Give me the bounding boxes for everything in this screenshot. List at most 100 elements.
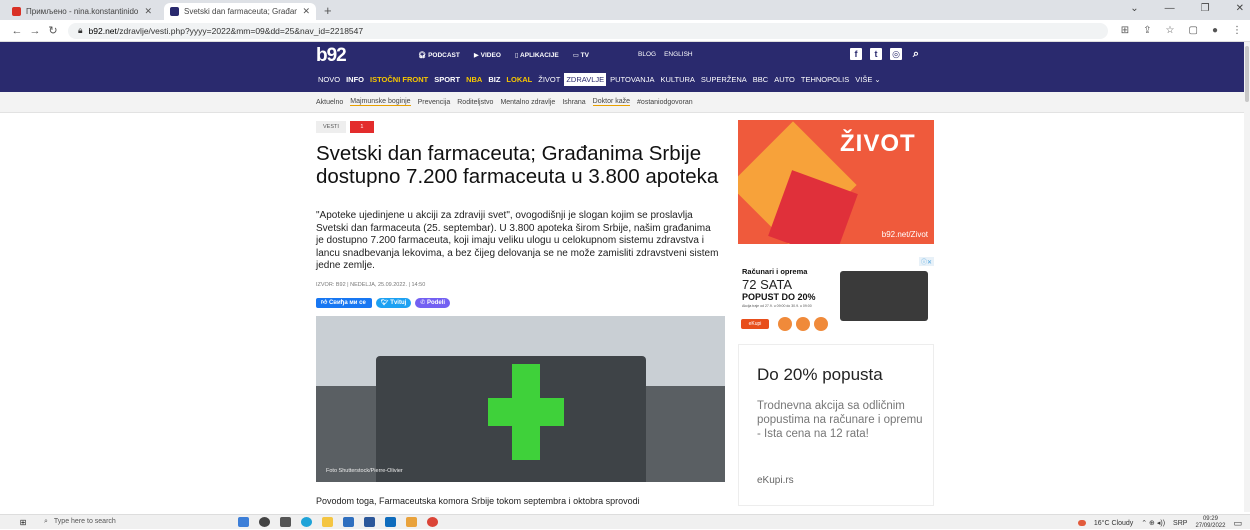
url-domain: b92.net <box>88 25 117 36</box>
nav-item[interactable]: SUPERŽENA <box>699 73 749 86</box>
cortana-icon[interactable] <box>259 517 270 527</box>
back-icon[interactable]: ← <box>8 25 26 37</box>
tab-search-icon[interactable]: ⌄ <box>1130 3 1138 14</box>
header-link-blog[interactable]: BLOG <box>638 51 656 58</box>
search-icon[interactable]: ⌕ <box>910 48 922 60</box>
header-link-video[interactable]: ▶ VIDEO <box>474 51 501 59</box>
header-link-apps[interactable]: ▯ APLIKACIJE <box>515 51 559 59</box>
reload-icon[interactable]: ↻ <box>44 24 62 37</box>
weather-text[interactable]: 16°C Cloudy <box>1094 520 1133 527</box>
header-link-english[interactable]: ENGLISH <box>664 51 693 58</box>
outlook-icon[interactable] <box>385 517 396 527</box>
ad-choices-icon[interactable]: ⓘ✕ <box>918 257 934 266</box>
subnav-item[interactable]: Majmunske boginje <box>350 98 411 106</box>
zivot-title: ŽIVOT <box>840 130 916 157</box>
notifications-icon[interactable]: ▭ <box>1233 518 1242 529</box>
nav-item-active[interactable]: ZDRAVLJE <box>564 73 607 86</box>
scrollbar-thumb[interactable] <box>1245 46 1249 102</box>
subnav-item[interactable]: Doktor kaže <box>592 98 631 106</box>
ekupi-text-ad[interactable]: Do 20% popusta Trodnevna akcija sa odlič… <box>738 344 934 506</box>
close-icon[interactable]: ✕ <box>302 6 310 17</box>
category-tag[interactable]: VESTI <box>316 121 346 133</box>
header-link-tv[interactable]: ▭ TV <box>573 51 589 59</box>
gmail-icon <box>12 7 21 16</box>
people-app-icon[interactable] <box>238 517 249 527</box>
header-links-secondary: BLOG ENGLISH <box>638 51 693 58</box>
zivot-promo-banner[interactable]: ŽIVOT b92.net/Zivot <box>738 120 934 244</box>
weather-icon[interactable] <box>1077 520 1086 526</box>
b92-favicon-icon <box>170 7 179 16</box>
search-placeholder: Type here to search <box>53 518 116 525</box>
tweet-button[interactable]: 🐦︎ Tvituj <box>376 298 412 308</box>
ekupi-banner-ad[interactable]: ⓘ✕ Računari i oprema 72 SATA POPUST DO 2… <box>738 257 934 340</box>
ad-title: Do 20% popusta <box>757 365 883 384</box>
profile-avatar[interactable]: ● <box>1212 25 1218 36</box>
site-logo[interactable]: b92 <box>316 45 347 67</box>
close-window-button[interactable]: ✕ <box>1236 3 1244 14</box>
chrome-icon[interactable] <box>427 517 438 527</box>
ad-line: POPUST DO 20% <box>742 292 816 302</box>
photo-caption: Foto Shutterstock/Pierre-Olivier <box>326 468 403 474</box>
ad-source: eKupi.rs <box>757 475 794 486</box>
twitter-icon[interactable]: t <box>870 48 882 60</box>
comment-count-badge[interactable]: 1 <box>349 121 374 133</box>
translate-icon[interactable]: ⊞ <box>1121 25 1129 36</box>
facebook-icon[interactable]: f <box>850 48 862 60</box>
nav-item[interactable]: ŽIVOT <box>536 73 562 86</box>
taskbar-search[interactable]: ⌕ Type here to search <box>44 518 194 526</box>
restore-button[interactable]: ❐ <box>1201 3 1210 14</box>
language-indicator[interactable]: SRP <box>1173 520 1187 527</box>
share-buttons: 👍︎ Свиђа ми се 🐦︎ Tvituj ✆ Podeli <box>316 298 451 308</box>
nav-item[interactable]: BIZ <box>486 73 502 86</box>
share-icon[interactable]: ⇪ <box>1143 25 1151 36</box>
nav-item[interactable]: BBC <box>751 73 770 86</box>
tab-title: Svetski dan farmaceuta; Građan <box>184 7 298 16</box>
browser-tab-gmail[interactable]: Примљено - nina.konstantinido ✕ <box>6 3 158 20</box>
products-image <box>840 271 928 321</box>
nav-item[interactable]: KULTURA <box>658 73 696 86</box>
nav-item[interactable]: LOKAL <box>504 73 534 86</box>
minimize-button[interactable]: — <box>1165 3 1175 14</box>
menu-icon[interactable]: ⋮ <box>1232 25 1242 36</box>
word-icon[interactable] <box>364 517 375 527</box>
nav-item-more[interactable]: VIŠE ⌄ <box>853 73 882 86</box>
forward-icon[interactable]: → <box>26 25 44 37</box>
instagram-icon[interactable]: ◎ <box>890 48 902 60</box>
windows-start-icon[interactable]: ⊞ <box>16 518 30 527</box>
social-links: f t ◎ ⌕ <box>850 48 922 60</box>
pharmacy-cross-icon <box>488 364 564 460</box>
task-view-icon[interactable] <box>280 517 291 527</box>
nav-item[interactable]: PUTOVANJA <box>608 73 656 86</box>
subnav-item[interactable]: Ishrana <box>562 99 585 106</box>
close-icon[interactable]: ✕ <box>144 6 152 17</box>
subnav-item[interactable]: Roditeljstvo <box>457 99 493 106</box>
header-link-podcast[interactable]: 🎧︎ PODCAST <box>418 51 460 59</box>
tray-icons[interactable]: ⌃ ⊕ ◂)) <box>1141 519 1165 527</box>
bookmark-star-icon[interactable]: ☆ <box>1166 25 1175 36</box>
clock[interactable]: 09:29 27/09/2022 <box>1195 516 1225 530</box>
nav-item[interactable]: ISTOČNI FRONT <box>368 73 430 86</box>
nav-item[interactable]: TEHNOPOLIS <box>799 73 851 86</box>
nav-item[interactable]: NOVO <box>316 73 342 86</box>
new-tab-button[interactable]: + <box>324 3 332 18</box>
sidepanel-icon[interactable]: ▢ <box>1189 25 1198 36</box>
store-icon[interactable] <box>343 517 354 527</box>
subnav-item[interactable]: Mentalno zdravlje <box>500 99 555 106</box>
nav-item[interactable]: INFO <box>344 73 366 86</box>
nav-item[interactable]: SPORT <box>432 73 462 86</box>
subnav-item[interactable]: Prevencija <box>418 99 451 106</box>
ekupi-logo: eKupi <box>741 319 769 329</box>
edge-icon[interactable] <box>301 517 312 527</box>
paint-icon[interactable] <box>406 517 417 527</box>
subnav-item[interactable]: #ostaniodgovoran <box>637 99 693 106</box>
nav-item[interactable]: AUTO <box>772 73 797 86</box>
subnav-item[interactable]: Aktuelno <box>316 99 343 106</box>
url-field[interactable]: 🔒︎ b92.net/zdravlje/vesti.php?yyyy=2022&… <box>68 22 1108 39</box>
nav-item[interactable]: NBA <box>464 73 484 86</box>
clock-date: 27/09/2022 <box>1195 523 1226 529</box>
viber-share-button[interactable]: ✆ Podeli <box>415 298 451 308</box>
file-explorer-icon[interactable] <box>322 517 333 527</box>
scrollbar[interactable] <box>1244 42 1250 512</box>
browser-tab-b92[interactable]: Svetski dan farmaceuta; Građan ✕ <box>164 3 316 20</box>
facebook-like-button[interactable]: 👍︎ Свиђа ми се <box>316 298 372 308</box>
